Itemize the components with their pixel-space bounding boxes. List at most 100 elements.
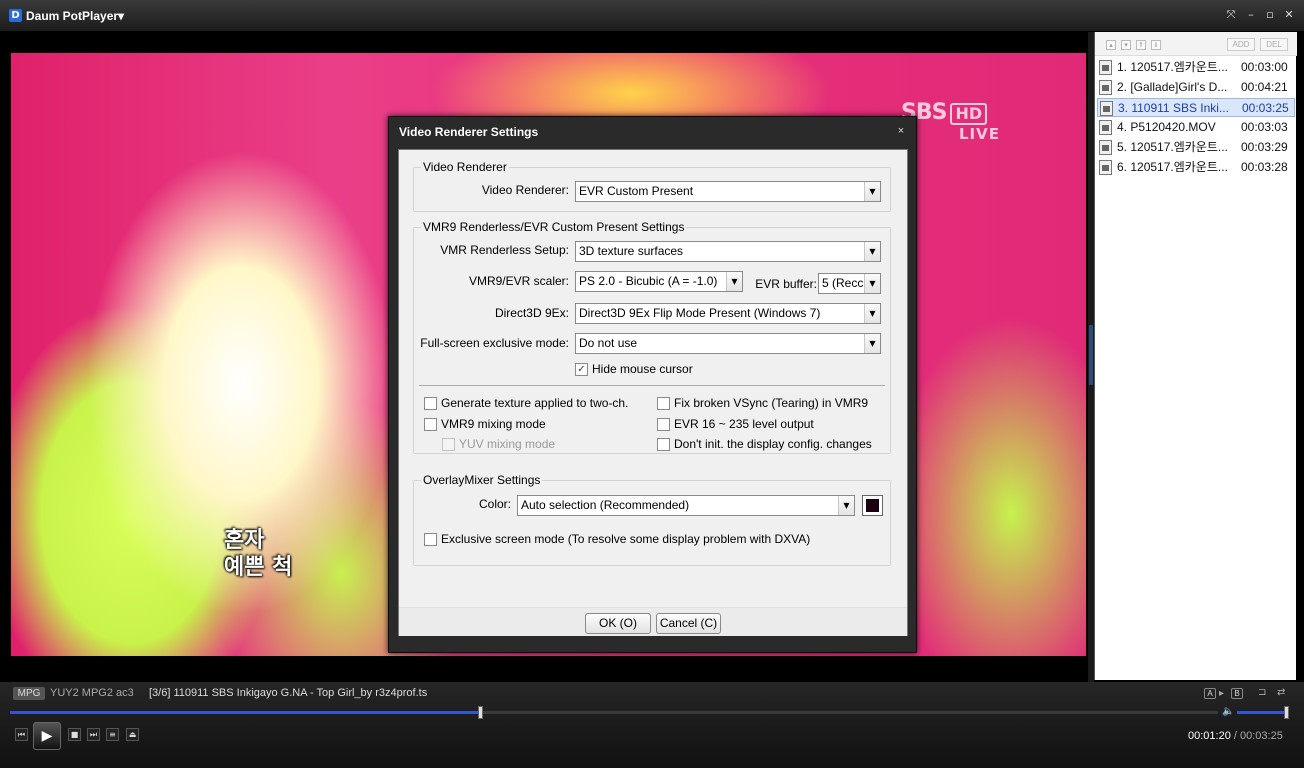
color-picker-button[interactable]: [862, 495, 883, 516]
fix-broken-vsync-checkbox[interactable]: Fix broken VSync (Tearing) in VMR9: [657, 395, 887, 411]
control-bar: MPG YUY2 MPG2 ac3 [3/6] 110911 SBS Inkig…: [0, 682, 1304, 768]
eject-button[interactable]: ⏏: [126, 728, 139, 741]
vmr9-evr-scaler-value: PS 2.0 - Bicubic (A = -1.0): [579, 274, 718, 288]
color-swatch: [866, 499, 879, 512]
volume-icon[interactable]: 🔈: [1222, 706, 1234, 717]
chevron-down-icon[interactable]: ▼: [864, 182, 880, 201]
title-bar: D Daum PotPlayer▾ ⤧ – ▫ ✕: [0, 0, 1304, 32]
playlist-item[interactable]: 4. P5120420.MOV 00:03:03: [1097, 118, 1295, 137]
video-file-icon: [1099, 80, 1112, 95]
maximize-button[interactable]: ▫: [1263, 8, 1277, 22]
chevron-down-icon[interactable]: ▼: [726, 272, 742, 291]
playlist-item-duration: 00:03:03: [1241, 120, 1288, 134]
chevron-down-icon[interactable]: ▼: [838, 496, 854, 515]
fullscreen-exclusive-select[interactable]: Do not use ▼: [575, 333, 881, 354]
shuffle-icon[interactable]: ⇄: [1277, 687, 1285, 698]
seek-bar-fill: [10, 711, 482, 714]
checkbox-box[interactable]: [424, 533, 437, 546]
splitter-grip[interactable]: [1089, 325, 1093, 385]
codec-badge: MPG: [13, 687, 45, 700]
yuv-mixing-mode-label: YUV mixing mode: [459, 437, 556, 451]
ab-repeat-b-button[interactable]: B: [1231, 688, 1243, 699]
close-button[interactable]: ✕: [1282, 8, 1296, 22]
exclusive-screen-mode-checkbox[interactable]: Exclusive screen mode (To resolve some d…: [424, 531, 874, 547]
move-down-icon[interactable]: ▾: [1121, 40, 1131, 50]
seek-bar-thumb[interactable]: [478, 706, 484, 719]
checkbox-box[interactable]: [657, 438, 670, 451]
dialog-body: Video Renderer Video Renderer: EVR Custo…: [398, 149, 908, 636]
ok-button[interactable]: OK (O): [585, 613, 651, 634]
playlist-add-button[interactable]: ADD: [1227, 38, 1255, 51]
volume-slider[interactable]: [1237, 706, 1290, 719]
no-init-display-config-checkbox[interactable]: Don't init. the display config. changes: [657, 436, 887, 452]
playlist-item[interactable]: 1. 120517.엠카운트... 00:03:00: [1097, 58, 1295, 77]
video-renderer-select[interactable]: EVR Custom Present ▼: [575, 181, 881, 202]
subtitle-line-1: 혼자: [224, 528, 265, 553]
playlist-item[interactable]: 2. [Gallade]Girl's D... 00:04:21: [1097, 78, 1295, 97]
playlist-item-name: 2. [Gallade]Girl's D...: [1117, 80, 1228, 94]
evr-level-output-label: EVR 16 ~ 235 level output: [674, 417, 814, 431]
expand-icon[interactable]: ⤧: [1224, 8, 1238, 22]
previous-button[interactable]: ⏮: [15, 728, 28, 741]
playlist-item[interactable]: 6. 120517.엠카운트... 00:03:28: [1097, 158, 1295, 177]
play-button[interactable]: ▶: [33, 722, 61, 750]
now-playing-title: [3/6] 110911 SBS Inkigayo G.NA - Top Gir…: [149, 687, 428, 699]
playlist-item-duration: 00:03:28: [1241, 160, 1288, 174]
video-renderer-settings-dialog: Video Renderer Settings × Video Renderer…: [388, 116, 917, 653]
chevron-down-icon[interactable]: ▼: [864, 242, 880, 261]
generate-texture-checkbox[interactable]: Generate texture applied to two-ch.: [424, 395, 649, 411]
total-time: 00:03:25: [1240, 730, 1283, 742]
playlist-toolbar: ▴ ▾ ⇑ ⇓ ADD DEL: [1095, 32, 1297, 56]
dialog-title: Video Renderer Settings: [399, 125, 539, 139]
vmr9-mixing-mode-checkbox[interactable]: VMR9 mixing mode: [424, 416, 574, 432]
checkbox-box[interactable]: [657, 397, 670, 410]
fullscreen-exclusive-label: Full-screen exclusive mode:: [420, 336, 569, 350]
checkbox-box[interactable]: [424, 397, 437, 410]
app-menu-button[interactable]: Daum PotPlayer▾: [26, 9, 124, 23]
playlist-item[interactable]: 3. 110911 SBS Inki... 00:03:25: [1097, 98, 1295, 117]
direct3d-9ex-label: Direct3D 9Ex:: [494, 306, 569, 320]
playlist-item[interactable]: 5. 120517.엠카운트... 00:03:29: [1097, 138, 1295, 157]
evr-level-output-checkbox[interactable]: EVR 16 ~ 235 level output: [657, 416, 887, 432]
playlist-item-duration: 00:03:29: [1241, 140, 1288, 154]
check-icon[interactable]: ✓: [575, 363, 588, 376]
group-video-renderer-legend: Video Renderer: [421, 160, 509, 174]
dialog-close-button[interactable]: ×: [895, 125, 907, 137]
vmr9-evr-scaler-select[interactable]: PS 2.0 - Bicubic (A = -1.0) ▼: [575, 271, 743, 292]
seek-bar[interactable]: [10, 706, 1218, 719]
overlay-color-select[interactable]: Auto selection (Recommended) ▼: [517, 495, 855, 516]
move-bottom-icon[interactable]: ⇓: [1151, 40, 1161, 50]
move-up-icon[interactable]: ▴: [1106, 40, 1116, 50]
checkbox-box[interactable]: [657, 418, 670, 431]
vmr-renderless-setup-value: 3D texture surfaces: [579, 244, 684, 258]
checkbox-box: [442, 438, 455, 451]
checkbox-box[interactable]: [424, 418, 437, 431]
vmr9-evr-scaler-label: VMR9/EVR scaler:: [468, 274, 569, 288]
time-display: 00:01:20 / 00:03:25: [1188, 730, 1283, 743]
direct3d-9ex-select[interactable]: Direct3D 9Ex Flip Mode Present (Windows …: [575, 303, 881, 324]
volume-slider-thumb[interactable]: [1284, 706, 1290, 719]
chevron-down-icon[interactable]: ▼: [864, 304, 880, 323]
group-overlaymixer: OverlayMixer Settings: [413, 473, 891, 566]
video-file-icon: [1099, 140, 1112, 155]
evr-buffer-select[interactable]: 5 (Recc ▼: [818, 273, 881, 294]
ab-repeat-a-button[interactable]: A: [1204, 688, 1216, 699]
chevron-down-icon[interactable]: ▼: [864, 274, 880, 293]
hide-mouse-cursor-checkbox[interactable]: ✓ Hide mouse cursor: [575, 361, 725, 377]
panel-toggle-icon[interactable]: ⊐: [1258, 687, 1266, 698]
playlist-toggle-button[interactable]: ≡: [106, 728, 119, 741]
next-button[interactable]: ⏭: [87, 728, 100, 741]
broadcast-logo-badge: HD: [950, 103, 988, 125]
playlist-del-button[interactable]: DEL: [1260, 38, 1288, 51]
vmr-renderless-setup-select[interactable]: 3D texture surfaces ▼: [575, 241, 881, 262]
cancel-button[interactable]: Cancel (C): [656, 613, 721, 634]
overlay-color-value: Auto selection (Recommended): [521, 498, 690, 512]
minimize-button[interactable]: –: [1244, 8, 1258, 22]
playlist-item-name: 3. 110911 SBS Inki...: [1118, 101, 1229, 115]
chevron-down-icon[interactable]: ▼: [864, 334, 880, 353]
stop-button[interactable]: ■: [68, 728, 81, 741]
vmr-renderless-setup-label: VMR Renderless Setup:: [440, 243, 569, 257]
no-init-display-config-label: Don't init. the display config. changes: [674, 437, 872, 451]
video-file-icon: [1099, 120, 1112, 135]
move-top-icon[interactable]: ⇑: [1136, 40, 1146, 50]
